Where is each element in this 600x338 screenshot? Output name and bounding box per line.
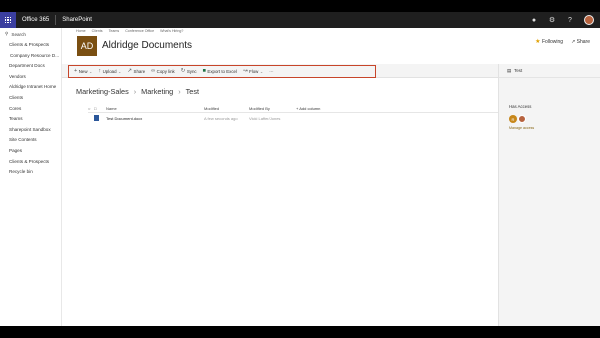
chevron-right-icon: › (133, 87, 137, 96)
left-navigation: ⚲ Search Clients & Prospects Company Res… (0, 28, 62, 326)
nav-item-teams[interactable]: Teams (0, 114, 61, 125)
search-label: Search (11, 31, 26, 37)
file-modified: A few seconds ago (204, 116, 238, 121)
details-pane: ▤ Test Has Access R Manage access (498, 64, 600, 326)
table-row[interactable]: Test Document.docx A few seconds ago Vic… (88, 113, 518, 124)
upload-label: Upload (102, 68, 117, 74)
site-actions: ★ Following ↗ Share (535, 38, 590, 46)
breadcrumb-test: Test (185, 87, 200, 96)
following-label: Following (541, 39, 564, 45)
access-avatar-2[interactable] (518, 115, 526, 123)
add-column-button[interactable]: + Add column (296, 106, 356, 111)
chevron-down-icon: ⌄ (118, 68, 122, 74)
has-access-label: Has Access (509, 104, 532, 109)
nav-item-pages[interactable]: Pages (0, 146, 61, 157)
nav-item-clients[interactable]: Clients (0, 93, 61, 104)
nav-item-department-docs[interactable]: Department Docs (0, 61, 61, 72)
top-link-hiring[interactable]: What's Hiring? (160, 29, 183, 33)
access-avatar[interactable]: R (509, 115, 517, 123)
share-icon: ↗ (571, 38, 576, 45)
top-link-teams[interactable]: Teams (109, 29, 120, 33)
folder-breadcrumb: Marketing-Sales › Marketing › Test (76, 87, 199, 96)
chevron-down-icon: ⌄ (259, 68, 264, 74)
share-cmd-label: Share (133, 68, 146, 74)
top-link-conference[interactable]: Conference Office (125, 29, 154, 33)
new-button[interactable]: + New ⌄ (74, 68, 92, 74)
sync-label: Sync (186, 68, 197, 74)
chevron-down-icon: ⌄ (89, 68, 93, 74)
nav-item-company-resource[interactable]: Company Resource D... (0, 51, 61, 62)
column-modified-by[interactable]: Modified By (249, 106, 296, 111)
top-link-home[interactable]: Home (76, 29, 86, 33)
more-button[interactable]: ··· (269, 69, 273, 74)
upload-button[interactable]: ↑ Upload ⌄ (98, 68, 121, 74)
nav-item-cores[interactable]: Cores (0, 104, 61, 115)
file-modified-by: Vicki Laffer/Jones (249, 116, 281, 121)
nav-item-intranet-home[interactable]: Aldridge Intranet Home (0, 82, 61, 93)
user-avatar[interactable] (584, 15, 594, 25)
top-link-clients[interactable]: Clients (92, 29, 103, 33)
command-group: + New ⌄ ↑ Upload ⌄ ↗ Share ∞ Copy link ↻ Sync ■… (74, 64, 274, 78)
chevron-right-icon: › (178, 87, 181, 96)
export-label: Export to Excel (207, 68, 237, 74)
document-list: ○ □ Name Modified Modified By + Add colu… (88, 104, 518, 124)
word-doc-icon (94, 115, 106, 122)
site-logo[interactable]: AD (77, 36, 97, 56)
file-name[interactable]: Test Document.docx (106, 116, 204, 121)
link-icon: ∞ (151, 68, 156, 74)
nav-item-clients-prospects[interactable]: Clients & Prospects (0, 40, 61, 51)
share-label: Share (576, 38, 590, 45)
site-title[interactable]: Aldridge Documents (102, 40, 192, 51)
share-icon: ↗ (127, 68, 133, 74)
site-share-button[interactable]: ↗ Share (571, 39, 590, 45)
sync-icon: ↻ (180, 68, 186, 74)
following-button[interactable]: ★ Following (535, 38, 563, 45)
excel-icon: ■ (202, 68, 206, 74)
office365-brand[interactable]: Office 365 (16, 15, 57, 25)
search-icon: ⚲ (5, 31, 9, 36)
manage-access-link[interactable]: Manage access (509, 126, 534, 130)
star-icon: ★ (535, 39, 541, 45)
suite-bar: Office 365 SharePoint ● ⚙ ? (0, 12, 600, 28)
search-box[interactable]: ⚲ Search (0, 28, 61, 40)
flow-button[interactable]: ↝ Flow ⌄ (243, 68, 263, 74)
flow-icon: ↝ (242, 68, 248, 74)
share-button[interactable]: ↗ Share (127, 68, 145, 74)
breadcrumb-marketing-sales[interactable]: Marketing-Sales (76, 87, 129, 96)
new-label: New (78, 68, 88, 74)
plus-icon: + (74, 68, 78, 74)
folder-icon: ▤ (507, 67, 512, 73)
copy-link-label: Copy link (156, 68, 175, 74)
table-header: ○ □ Name Modified Modified By + Add colu… (88, 104, 518, 113)
suite-bar-actions: ● ⚙ ? (530, 15, 600, 25)
bell-icon[interactable]: ● (530, 16, 538, 24)
details-title: Test (514, 68, 523, 73)
details-header: ▤ Test (499, 64, 600, 78)
nav-item-site-contents[interactable]: Site Contents (0, 135, 61, 146)
app-launcher-icon[interactable] (0, 12, 16, 28)
help-icon[interactable]: ? (566, 16, 574, 24)
copy-link-button[interactable]: ∞ Copy link (151, 68, 174, 74)
export-excel-button[interactable]: ■ Export to Excel (203, 68, 237, 74)
sync-button[interactable]: ↻ Sync (181, 68, 197, 74)
column-modified[interactable]: Modified (204, 106, 249, 111)
sharepoint-window: Office 365 SharePoint ● ⚙ ? ⚲ Search Cli… (0, 12, 600, 326)
gear-icon[interactable]: ⚙ (548, 16, 556, 24)
flow-label: Flow (249, 68, 259, 74)
nav-item-sharepoint-sandbox[interactable]: Sharepoint Sandbox (0, 125, 61, 136)
file-type-icon[interactable]: □ (94, 106, 106, 111)
breadcrumb-marketing[interactable]: Marketing (141, 87, 173, 96)
nav-item-vendors[interactable]: Vendors (0, 72, 61, 83)
nav-item-clients-prospects-2[interactable]: Clients & Prospects (0, 157, 61, 168)
site-top-links: Home Clients Teams Conference Office Wha… (76, 29, 183, 33)
nav-item-recycle-bin[interactable]: Recycle bin (0, 167, 61, 178)
upload-icon: ↑ (98, 68, 102, 74)
sharepoint-app-name[interactable]: SharePoint (56, 15, 98, 25)
column-name[interactable]: Name (106, 106, 204, 111)
